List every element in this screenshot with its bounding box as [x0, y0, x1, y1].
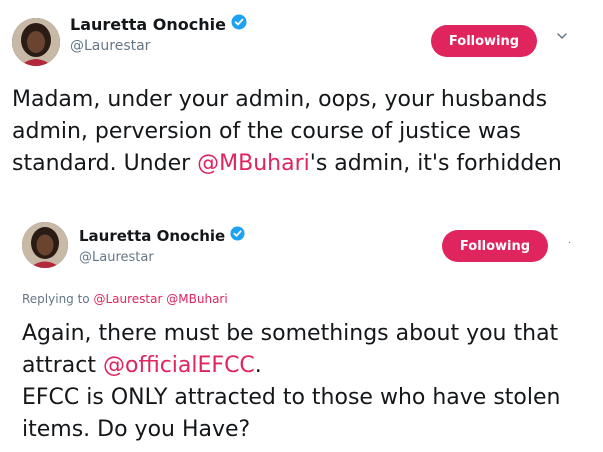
more-dot-icon[interactable]: ·: [568, 238, 571, 249]
reply-mention-mbuhari[interactable]: @MBuhari: [166, 292, 227, 306]
verified-badge-icon: [231, 14, 247, 34]
author-handle[interactable]: @Laurestar: [79, 250, 154, 265]
mention-link[interactable]: @officialEFCC: [103, 353, 255, 378]
tweet-text: Madam, under your admin, oops, your husb…: [12, 84, 592, 180]
author-name-row: Lauretta Onochie: [79, 226, 245, 245]
reply-mention-laurestar[interactable]: @Laurestar: [93, 292, 162, 306]
following-button[interactable]: Following: [442, 230, 548, 262]
chevron-down-icon[interactable]: [556, 30, 568, 46]
tweet-text: Again, there must be somethings about yo…: [22, 318, 592, 446]
tweet-text-segment: 's admin, it's forhidden: [309, 151, 562, 176]
avatar[interactable]: [22, 222, 68, 268]
author-name-row: Lauretta Onochie: [70, 14, 247, 34]
mention-link[interactable]: @MBuhari: [197, 151, 310, 176]
avatar[interactable]: [12, 18, 60, 66]
author-handle[interactable]: @Laurestar: [70, 38, 150, 54]
following-button[interactable]: Following: [431, 25, 537, 57]
verified-badge-icon: [230, 226, 245, 245]
replying-to-prefix: Replying to: [22, 292, 90, 306]
author-display-name[interactable]: Lauretta Onochie: [79, 227, 225, 245]
author-display-name[interactable]: Lauretta Onochie: [70, 15, 226, 34]
replying-to: Replying to @Laurestar @MBuhari: [22, 292, 228, 306]
